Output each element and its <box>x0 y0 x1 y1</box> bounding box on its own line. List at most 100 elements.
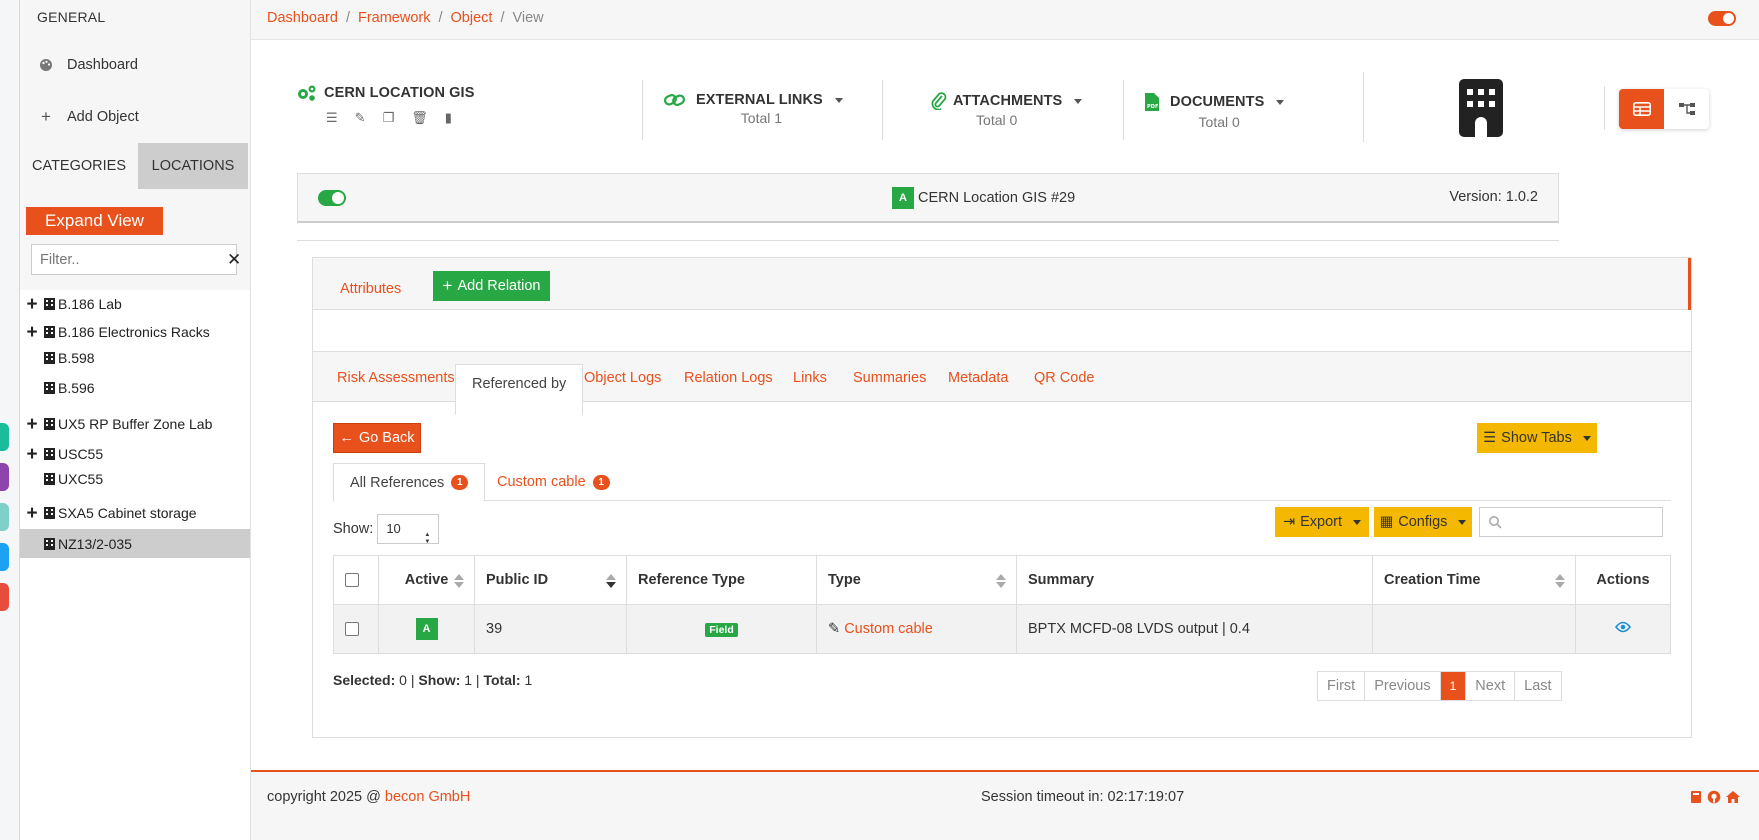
link-icon <box>664 94 686 106</box>
page-current[interactable]: 1 <box>1440 672 1467 700</box>
tree-node[interactable]: + B.186 Electronics Racks <box>20 318 250 346</box>
graph-view-button[interactable] <box>1664 89 1709 129</box>
count-badge: 1 <box>451 475 469 490</box>
tab-object-logs[interactable]: Object Logs <box>584 352 661 402</box>
tab-referenced-by[interactable]: Referenced by <box>455 364 584 415</box>
sort-icon <box>454 574 464 590</box>
tree-node[interactable]: B.598 <box>20 344 250 372</box>
reference-subtabs: All References 1 Custom cable 1 <box>333 463 1671 502</box>
documents-block[interactable]: PDF DOCUMENTS Total 0 <box>1144 92 1285 162</box>
dock-app-green[interactable] <box>0 423 9 451</box>
page-size-select[interactable]: 10 <box>377 514 440 556</box>
github-icon[interactable] <box>1707 790 1721 804</box>
sidebar-item-add-object[interactable]: + Add Object <box>39 107 139 127</box>
select-all-checkbox[interactable] <box>345 573 359 588</box>
row-checkbox[interactable] <box>345 622 359 637</box>
footer-icons <box>1689 790 1741 804</box>
table-search-input[interactable] <box>1479 507 1663 537</box>
subtab-all-references[interactable]: All References 1 <box>333 463 486 502</box>
file-icon[interactable]: ▮ <box>445 110 452 126</box>
copy-icon[interactable]: ❐ <box>383 110 395 126</box>
add-relation-button[interactable]: + Add Relation <box>433 271 550 301</box>
book-icon[interactable] <box>1689 790 1703 804</box>
tab-metadata[interactable]: Metadata <box>948 352 1008 402</box>
dock-app-purple[interactable] <box>0 463 9 491</box>
tab-qr-code[interactable]: QR Code <box>1034 352 1094 402</box>
building-icon <box>44 418 55 430</box>
edit-icon[interactable]: ✎ <box>355 110 366 126</box>
tree-node[interactable]: + USC55 <box>20 440 250 468</box>
export-button[interactable]: ⇥ Export <box>1275 507 1369 537</box>
page-next[interactable]: Next <box>1466 672 1516 700</box>
sidebar-item-dashboard[interactable]: Dashboard <box>39 57 138 73</box>
documents-label: DOCUMENTS <box>1170 94 1265 110</box>
tab-risk-assessments[interactable]: Risk Assessments <box>337 352 455 402</box>
expand-plus-icon[interactable]: + <box>23 323 41 342</box>
attachments-label: ATTACHMENTS <box>953 93 1063 109</box>
clear-filter-icon[interactable]: ✕ <box>227 250 241 270</box>
tree-node[interactable]: + B.186 Lab <box>20 290 250 318</box>
tab-links[interactable]: Links <box>793 352 827 402</box>
col-creation-time[interactable]: Creation Time <box>1372 555 1576 605</box>
building-icon <box>44 326 55 338</box>
active-toggle[interactable] <box>318 190 346 206</box>
col-active[interactable]: Active <box>378 555 475 605</box>
tree-node[interactable]: + SXA5 Cabinet storage <box>20 499 250 527</box>
trash-icon[interactable]: 🗑 <box>411 110 428 126</box>
show-tabs-button[interactable]: ☰ Show Tabs <box>1477 423 1597 453</box>
page-last[interactable]: Last <box>1515 672 1561 700</box>
tree-node[interactable]: B.596 <box>20 374 250 402</box>
configs-button[interactable]: ▦ Configs <box>1374 507 1472 537</box>
expand-plus-icon[interactable]: + <box>23 415 41 434</box>
object-panel: Attributes + Add Relation Risk Assessment… <box>312 257 1692 738</box>
attributes-tab[interactable]: Attributes <box>340 281 401 297</box>
table-summary: Selected: 0 | Show: 1 | Total: 1 <box>333 672 533 688</box>
dock-app-blue[interactable] <box>0 543 9 571</box>
list-icon[interactable]: ☰ <box>326 110 338 126</box>
dock-app-red[interactable] <box>0 583 9 611</box>
expand-view-button[interactable]: Expand View <box>26 207 163 235</box>
go-back-button[interactable]: ← Go Back <box>333 423 421 453</box>
breadcrumb-object[interactable]: Object <box>451 10 493 26</box>
references-table: Active Public ID Reference Type Type Sum… <box>333 555 1671 654</box>
breadcrumb-dashboard[interactable]: Dashboard <box>267 10 338 26</box>
tree-node-selected[interactable]: NZ13/2-035 <box>20 529 250 558</box>
tree-node-label: UXC55 <box>58 471 104 487</box>
sidebar-item-label: Dashboard <box>67 57 138 73</box>
breadcrumb-framework[interactable]: Framework <box>358 10 431 26</box>
external-links-block[interactable]: EXTERNAL LINKS Total 1 <box>664 92 843 162</box>
breadcrumb-current: View <box>512 10 544 26</box>
tab-locations[interactable]: LOCATIONS <box>138 143 248 189</box>
sidebar-section-title: GENERAL <box>37 9 106 25</box>
home-icon[interactable] <box>1725 790 1741 804</box>
col-type[interactable]: Type <box>816 555 1017 605</box>
cable-icon: ✎ <box>828 621 841 637</box>
object-name: A CERN Location GIS #29 <box>892 187 1075 209</box>
table-header-row: Active Public ID Reference Type Type Sum… <box>333 555 1671 605</box>
tree-node[interactable]: + UX5 RP Buffer Zone Lab <box>20 410 250 438</box>
plus-icon: + <box>41 107 51 126</box>
expand-plus-icon[interactable]: + <box>23 504 41 523</box>
page-first[interactable]: First <box>1318 672 1366 700</box>
main-content: Dashboard / Framework / Object / View CERN LOC… <box>251 0 1759 840</box>
tree-node-label: UX5 RP Buffer Zone Lab <box>58 416 213 432</box>
dock-app-teal[interactable] <box>0 503 9 531</box>
attachments-block[interactable]: ATTACHMENTS Total 0 <box>931 92 1083 162</box>
company-link[interactable]: becon GmbH <box>385 789 470 805</box>
page-previous[interactable]: Previous <box>1365 672 1441 700</box>
copyright: copyright 2025 @ becon GmbH <box>267 789 471 805</box>
tab-relation-logs[interactable]: Relation Logs <box>684 352 773 402</box>
col-public-id[interactable]: Public ID <box>474 555 627 605</box>
filter-input[interactable] <box>32 245 227 274</box>
expand-plus-icon[interactable]: + <box>23 295 41 314</box>
subtab-custom-cable[interactable]: Custom cable 1 <box>497 463 610 501</box>
list-icon: ☰ <box>1483 430 1497 446</box>
table-view-button[interactable] <box>1619 89 1664 129</box>
theme-toggle[interactable] <box>1708 11 1736 26</box>
tab-categories[interactable]: CATEGORIES <box>20 143 138 189</box>
type-link[interactable]: Custom cable <box>844 621 933 637</box>
tree-node[interactable]: UXC55 <box>20 465 250 493</box>
expand-plus-icon[interactable]: + <box>23 445 41 464</box>
eye-icon[interactable] <box>1614 621 1632 633</box>
tab-summaries[interactable]: Summaries <box>853 352 926 402</box>
